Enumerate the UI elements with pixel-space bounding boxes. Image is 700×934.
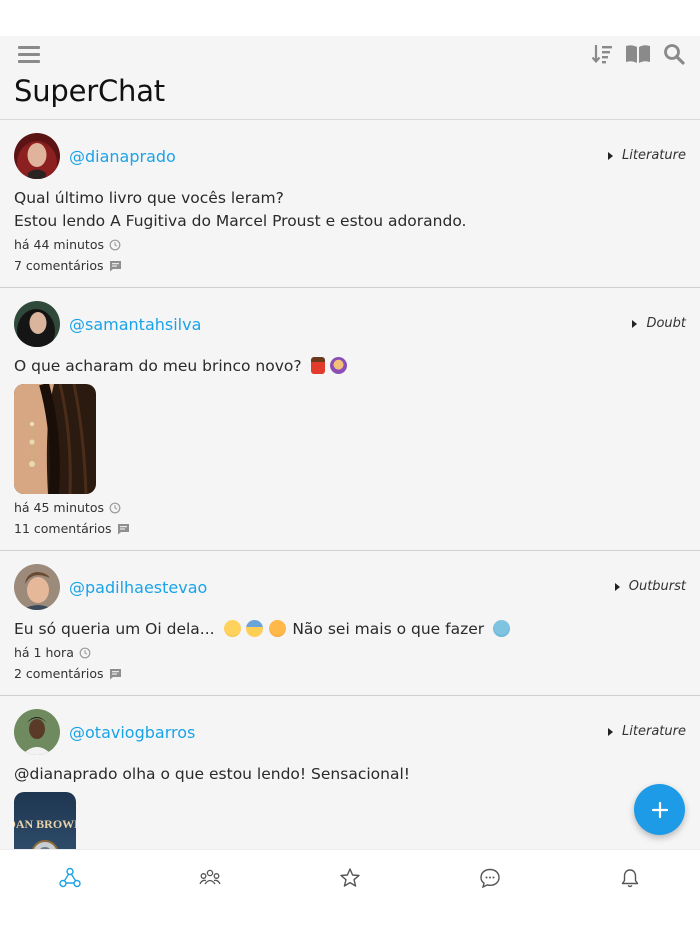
post-category[interactable]: Doubt bbox=[632, 316, 686, 331]
new-post-button[interactable] bbox=[634, 784, 685, 835]
bottom-navigation bbox=[0, 849, 700, 934]
post-comments[interactable]: 2 comentários bbox=[14, 664, 686, 683]
plus-icon bbox=[651, 801, 668, 818]
post-comments-label: 2 comentários bbox=[14, 666, 104, 681]
post-time: há 44 minutos bbox=[14, 235, 686, 254]
post-time-label: há 1 hora bbox=[14, 645, 74, 660]
post-category[interactable]: Literature bbox=[608, 148, 686, 163]
avatar[interactable] bbox=[14, 133, 60, 179]
post-item[interactable]: @otaviogbarros Literature @dianaprado ol… bbox=[0, 696, 700, 849]
post-text: Eu só queria um Oi dela... Não sei mais … bbox=[14, 618, 686, 641]
post-username[interactable]: @padilhaestevao bbox=[69, 578, 207, 597]
post-category-label: Literature bbox=[622, 724, 686, 739]
post-comments-label: 7 comentários bbox=[14, 258, 104, 273]
post-category[interactable]: Literature bbox=[608, 724, 686, 739]
post-text-line: Qual último livro que vocês leram? bbox=[14, 189, 284, 207]
feed-icon bbox=[59, 867, 81, 888]
clock-icon bbox=[109, 239, 121, 250]
comment-icon bbox=[109, 668, 121, 679]
top-actions bbox=[588, 40, 688, 70]
downcast-face-emoji bbox=[246, 620, 264, 637]
post-image[interactable] bbox=[14, 384, 96, 494]
dancer-emoji bbox=[310, 357, 325, 374]
post-username[interactable]: @dianaprado bbox=[69, 147, 176, 166]
loudly-crying-face-emoji bbox=[493, 620, 511, 637]
app-bar: SuperChat bbox=[0, 36, 700, 120]
post-item[interactable]: @samantahsilva Doubt O que acharam do me… bbox=[0, 288, 700, 551]
crying-face-emoji bbox=[223, 620, 241, 637]
post-comments[interactable]: 11 comentários bbox=[14, 519, 686, 538]
status-bar bbox=[0, 0, 700, 36]
caret-right-icon bbox=[632, 319, 638, 328]
post-item[interactable]: @dianaprado Literature Qual último livro… bbox=[0, 120, 700, 288]
book-icon[interactable] bbox=[624, 40, 652, 68]
bell-icon bbox=[621, 869, 639, 888]
clock-icon bbox=[109, 502, 121, 513]
post-image[interactable]: DAN BROWN bbox=[14, 792, 76, 849]
post-category-label: Doubt bbox=[646, 316, 686, 331]
star-icon bbox=[340, 868, 360, 887]
post-comments[interactable]: 7 comentários bbox=[14, 256, 686, 275]
post-text-line: Não sei mais o que fazer bbox=[292, 620, 485, 638]
search-icon[interactable] bbox=[660, 40, 688, 68]
nav-feed[interactable] bbox=[50, 864, 90, 892]
community-icon bbox=[199, 869, 221, 885]
nav-favorites[interactable] bbox=[330, 864, 370, 892]
book-author-text: DAN BROWN bbox=[14, 817, 76, 831]
woman-emoji bbox=[330, 357, 348, 374]
sort-icon[interactable] bbox=[588, 40, 616, 68]
chat-icon bbox=[480, 868, 500, 889]
post-text-line: Eu só queria um Oi dela... bbox=[14, 620, 215, 638]
post-text-line: Estou lendo A Fugitiva do Marcel Proust … bbox=[14, 212, 467, 230]
post-feed[interactable]: @dianaprado Literature Qual último livro… bbox=[0, 120, 700, 849]
post-time: há 45 minutos bbox=[14, 498, 686, 517]
nav-community[interactable] bbox=[190, 864, 230, 892]
post-text-line: @dianaprado olha o que estou lendo! Sens… bbox=[14, 765, 410, 783]
page-title: SuperChat bbox=[14, 74, 165, 108]
post-time-label: há 44 minutos bbox=[14, 237, 104, 252]
caret-right-icon bbox=[608, 727, 614, 736]
post-text: @dianaprado olha o que estou lendo! Sens… bbox=[14, 763, 686, 786]
post-comments-label: 11 comentários bbox=[14, 521, 112, 536]
angry-face-emoji bbox=[269, 620, 287, 637]
post-time-label: há 45 minutos bbox=[14, 500, 104, 515]
post-category[interactable]: Outburst bbox=[614, 579, 686, 594]
post-category-label: Literature bbox=[622, 148, 686, 163]
post-item[interactable]: @padilhaestevao Outburst Eu só queria um… bbox=[0, 551, 700, 696]
post-username[interactable]: @otaviogbarros bbox=[69, 723, 195, 742]
post-category-label: Outburst bbox=[628, 579, 686, 594]
comment-icon bbox=[109, 260, 121, 271]
nav-notifications[interactable] bbox=[610, 864, 650, 892]
nav-chat[interactable] bbox=[470, 864, 510, 892]
post-text-line: O que acharam do meu brinco novo? bbox=[14, 357, 302, 375]
avatar[interactable] bbox=[14, 709, 60, 755]
post-username[interactable]: @samantahsilva bbox=[69, 315, 201, 334]
comment-icon bbox=[117, 523, 129, 534]
post-text: Qual último livro que vocês leram? Estou… bbox=[14, 187, 686, 233]
avatar[interactable] bbox=[14, 564, 60, 610]
post-text: O que acharam do meu brinco novo? bbox=[14, 355, 686, 378]
avatar[interactable] bbox=[14, 301, 60, 347]
clock-icon bbox=[79, 647, 91, 658]
caret-right-icon bbox=[614, 582, 620, 591]
menu-icon[interactable] bbox=[18, 44, 42, 66]
post-time: há 1 hora bbox=[14, 643, 686, 662]
caret-right-icon bbox=[608, 151, 614, 160]
